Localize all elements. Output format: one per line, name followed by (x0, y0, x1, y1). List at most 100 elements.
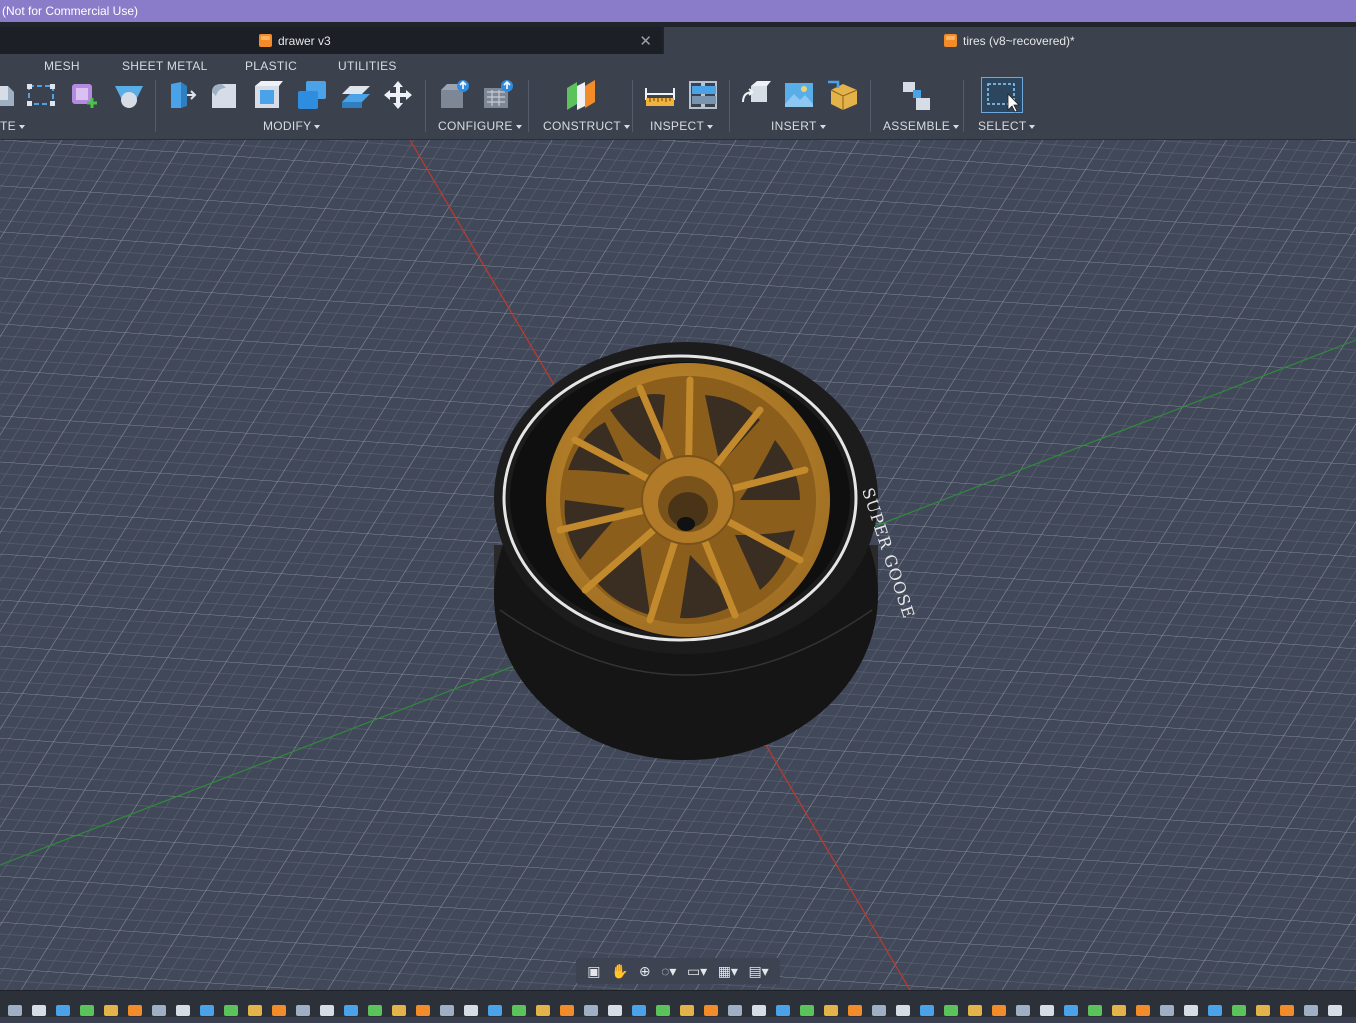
timeline-feature-icon[interactable] (1256, 1005, 1270, 1016)
timeline-feature-icon[interactable] (680, 1005, 694, 1016)
group-create-label[interactable]: TE (0, 119, 25, 133)
timeline-feature-icon[interactable] (104, 1005, 118, 1016)
timeline-feature-icon[interactable] (464, 1005, 478, 1016)
timeline-feature-icon[interactable] (872, 1005, 886, 1016)
press-pull-icon[interactable] (165, 78, 199, 112)
timeline-feature-icon[interactable] (200, 1005, 214, 1016)
orbit-lock-icon[interactable]: ▣ (587, 963, 600, 980)
timeline-feature-icon[interactable] (944, 1005, 958, 1016)
timeline-feature-icon[interactable] (8, 1005, 22, 1016)
timeline-feature-icon[interactable] (512, 1005, 526, 1016)
move-icon[interactable] (381, 78, 415, 112)
ribbon-tab-utilities[interactable]: UTILITIES (338, 59, 397, 73)
timeline-feature-icon[interactable] (992, 1005, 1006, 1016)
timeline-feature-icon[interactable] (1280, 1005, 1294, 1016)
timeline-feature-icon[interactable] (536, 1005, 550, 1016)
timeline-feature-icon[interactable] (176, 1005, 190, 1016)
configure-table-icon[interactable] (438, 78, 472, 112)
timeline-feature-icon[interactable] (1184, 1005, 1198, 1016)
viewports-icon[interactable]: ▤▾ (748, 963, 768, 980)
timeline-feature-icon[interactable] (56, 1005, 70, 1016)
timeline-feature-icon[interactable] (368, 1005, 382, 1016)
timeline-feature-icon[interactable] (1064, 1005, 1078, 1016)
feature-timeline[interactable] (0, 990, 1356, 1017)
create-form-icon[interactable] (68, 78, 102, 112)
select-tool-button[interactable] (981, 77, 1023, 113)
timeline-feature-icon[interactable] (560, 1005, 574, 1016)
group-modify-label[interactable]: MODIFY (263, 119, 321, 133)
ribbon-tab-sheet-metal[interactable]: SHEET METAL (122, 59, 208, 73)
group-inspect-label[interactable]: INSPECT (650, 119, 714, 133)
insert-canvas-icon[interactable] (782, 78, 816, 112)
timeline-feature-icon[interactable] (1016, 1005, 1030, 1016)
ribbon-tab-plastic[interactable]: PLASTIC (245, 59, 297, 73)
timeline-feature-icon[interactable] (1088, 1005, 1102, 1016)
canvas-viewport[interactable]: SUPER GOOSE (0, 140, 1356, 990)
timeline-feature-icon[interactable] (776, 1005, 790, 1016)
timeline-feature-icon[interactable] (920, 1005, 934, 1016)
insert-mesh-icon[interactable] (825, 78, 859, 112)
offset-plane-icon[interactable] (563, 78, 597, 112)
offset-face-icon[interactable] (338, 78, 372, 112)
grid-icon[interactable]: ▦▾ (718, 963, 738, 980)
timeline-feature-icon[interactable] (752, 1005, 766, 1016)
timeline-feature-icon[interactable] (848, 1005, 862, 1016)
group-insert-label[interactable]: INSERT (771, 119, 826, 133)
timeline-feature-icon[interactable] (824, 1005, 838, 1016)
group-assemble-label[interactable]: ASSEMBLE (883, 119, 960, 133)
timeline-feature-icon[interactable] (128, 1005, 142, 1016)
timeline-feature-icon[interactable] (32, 1005, 46, 1016)
timeline-feature-icon[interactable] (344, 1005, 358, 1016)
insert-derive-icon[interactable] (739, 78, 773, 112)
group-configure-label[interactable]: CONFIGURE (438, 119, 522, 133)
group-construct-label[interactable]: CONSTRUCT (543, 119, 631, 133)
timeline-feature-icon[interactable] (1232, 1005, 1246, 1016)
timeline-feature-icon[interactable] (632, 1005, 646, 1016)
timeline-feature-icon[interactable] (440, 1005, 454, 1016)
timeline-feature-icon[interactable] (608, 1005, 622, 1016)
combine-icon[interactable] (295, 78, 329, 112)
pan-icon[interactable]: ✋ (611, 963, 628, 980)
ribbon-tab-mesh[interactable]: MESH (44, 59, 80, 73)
timeline-feature-icon[interactable] (1160, 1005, 1174, 1016)
timeline-feature-icon[interactable] (1136, 1005, 1150, 1016)
fillet-icon[interactable] (208, 78, 242, 112)
timeline-feature-icon[interactable] (728, 1005, 742, 1016)
timeline-feature-icon[interactable] (584, 1005, 598, 1016)
timeline-feature-icon[interactable] (392, 1005, 406, 1016)
timeline-feature-icon[interactable] (1304, 1005, 1318, 1016)
timeline-feature-icon[interactable] (800, 1005, 814, 1016)
create-mesh-icon[interactable] (112, 78, 146, 112)
extrude-tool-icon[interactable] (0, 78, 20, 112)
timeline-feature-icon[interactable] (296, 1005, 310, 1016)
timeline-feature-icon[interactable] (488, 1005, 502, 1016)
timeline-feature-icon[interactable] (704, 1005, 718, 1016)
group-select-label[interactable]: SELECT (978, 119, 1036, 133)
timeline-feature-icon[interactable] (272, 1005, 286, 1016)
zoom-icon[interactable]: ⊕ (639, 963, 651, 980)
measure-icon[interactable] (643, 78, 677, 112)
tab-tires[interactable]: tires (v8~recovered)* (664, 27, 1356, 54)
timeline-feature-icon[interactable] (320, 1005, 334, 1016)
timeline-feature-icon[interactable] (968, 1005, 982, 1016)
timeline-feature-icon[interactable] (224, 1005, 238, 1016)
timeline-feature-icon[interactable] (1208, 1005, 1222, 1016)
close-tab-icon[interactable]: ✕ (639, 32, 652, 50)
tab-drawer-v3[interactable]: drawer v3 ✕ (0, 27, 662, 54)
display-settings-icon[interactable]: ▭▾ (687, 963, 707, 980)
configure-rules-icon[interactable] (481, 78, 515, 112)
interference-icon[interactable] (686, 78, 720, 112)
fit-icon[interactable]: ◌▾ (661, 963, 676, 980)
timeline-feature-icon[interactable] (80, 1005, 94, 1016)
timeline-feature-icon[interactable] (1040, 1005, 1054, 1016)
timeline-feature-icon[interactable] (248, 1005, 262, 1016)
timeline-feature-icon[interactable] (1328, 1005, 1342, 1016)
timeline-feature-icon[interactable] (656, 1005, 670, 1016)
timeline-feature-icon[interactable] (416, 1005, 430, 1016)
timeline-feature-icon[interactable] (1112, 1005, 1126, 1016)
sketch-dimension-icon[interactable] (24, 78, 58, 112)
timeline-feature-icon[interactable] (896, 1005, 910, 1016)
shell-icon[interactable] (251, 78, 285, 112)
joint-icon[interactable] (900, 78, 934, 112)
timeline-feature-icon[interactable] (152, 1005, 166, 1016)
